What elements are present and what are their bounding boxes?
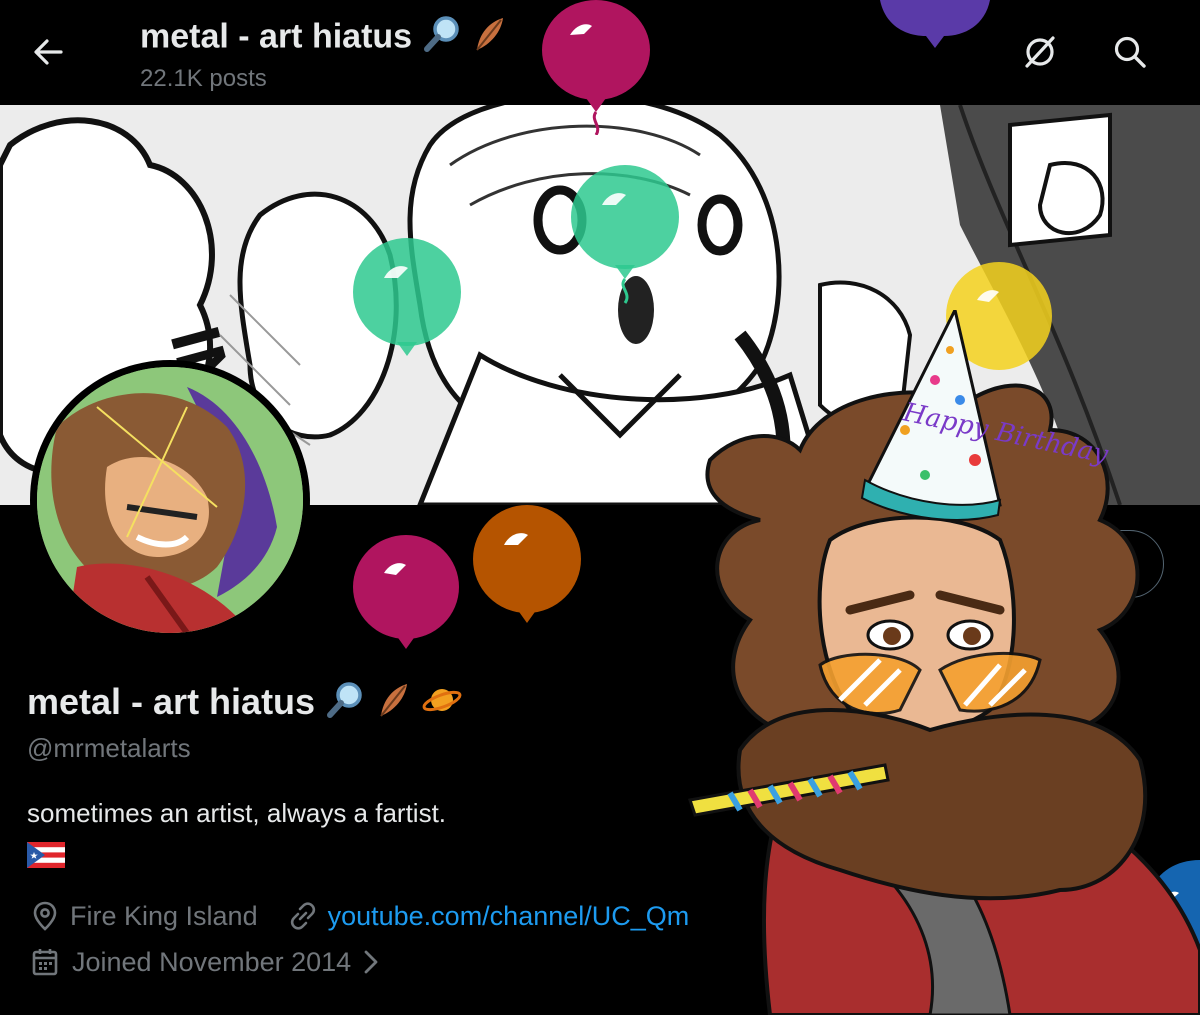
- magnifier-emoji-icon: [325, 680, 365, 729]
- post-count: 22.1K posts: [140, 65, 267, 92]
- profile-bio: sometimes an artist, always a fartist.: [27, 798, 447, 828]
- search-icon: [1114, 36, 1146, 68]
- ringed-planet-emoji-icon: [421, 680, 463, 729]
- profile-handle: @mrmetalarts: [27, 733, 191, 763]
- profile-location: Fire King Island: [70, 900, 258, 931]
- back-button[interactable]: [28, 32, 68, 72]
- profile-joined: Joined November 2014: [72, 946, 352, 977]
- feather-emoji-icon: [471, 14, 507, 63]
- location-pin-icon: [33, 901, 57, 931]
- puerto-rico-flag-icon: [27, 842, 65, 868]
- link-icon: [290, 902, 315, 930]
- edit-profile-button[interactable]: ofile: [1030, 530, 1164, 598]
- search-button[interactable]: [1110, 32, 1150, 72]
- edit-profile-label: ofile: [1077, 548, 1131, 579]
- grok-button[interactable]: [1020, 32, 1060, 72]
- balloon-blue-edge: [1145, 860, 1200, 970]
- balloon-magenta-bottom: [353, 535, 459, 649]
- avatar-artwork: [37, 367, 303, 633]
- header-title: metal - art hiatus: [140, 14, 507, 63]
- chevron-right-icon: [364, 950, 378, 974]
- feather-emoji-icon: [375, 680, 411, 729]
- balloon-orange: [473, 505, 581, 623]
- grok-icon: [1025, 36, 1055, 68]
- profile-joined-row[interactable]: Joined November 2014: [30, 946, 381, 978]
- arrow-left-icon: [34, 39, 63, 65]
- profile-name: metal - art hiatus: [27, 680, 463, 729]
- calendar-icon: [32, 949, 58, 976]
- profile-avatar[interactable]: [30, 360, 310, 640]
- profile-meta-row: Fire King Island youtube.com/channel/UC_…: [30, 900, 689, 932]
- top-bar: metal - art hiatus 22.1K posts: [0, 0, 1200, 105]
- profile-website-link[interactable]: youtube.com/channel/UC_Qm: [328, 901, 690, 932]
- magnifier-emoji-icon: [422, 14, 462, 63]
